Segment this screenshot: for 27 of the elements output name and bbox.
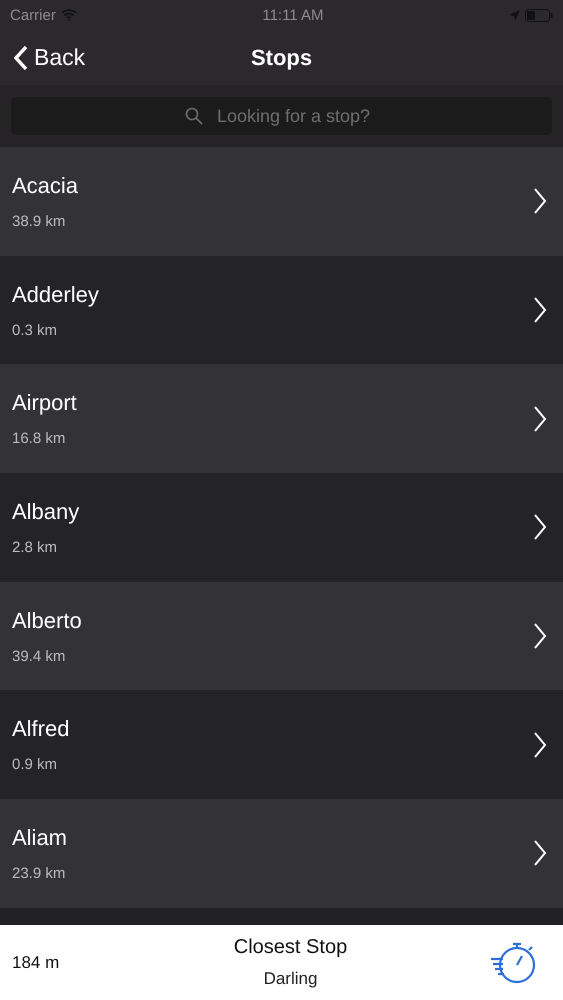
stop-name: Airport bbox=[12, 390, 77, 416]
stop-row[interactable]: Aliam 23.9 km bbox=[0, 799, 563, 908]
back-button[interactable]: Back bbox=[0, 44, 100, 71]
screen-title: Stops bbox=[250, 44, 312, 70]
search-field[interactable]: Looking for a stop? bbox=[11, 97, 552, 135]
stop-name: Alberto bbox=[12, 608, 82, 634]
stop-row[interactable]: Acacia 38.9 km bbox=[0, 147, 563, 256]
closest-stop-title: Closest Stop bbox=[234, 936, 348, 959]
stop-distance: 0.9 km bbox=[12, 756, 58, 774]
stop-row[interactable]: Adderley 0.3 km bbox=[0, 256, 563, 364]
stop-distance: 16.8 km bbox=[12, 430, 66, 448]
stop-name: Alfred bbox=[12, 716, 70, 742]
closest-stop-name: Darling bbox=[264, 969, 318, 989]
stop-row[interactable]: Airport 16.8 km bbox=[0, 364, 563, 474]
stop-distance: 38.9 km bbox=[12, 212, 66, 230]
stop-name: Aliam bbox=[12, 824, 68, 851]
stop-distance: 2.8 km bbox=[12, 538, 58, 556]
stop-name: Albany bbox=[12, 498, 80, 525]
stop-name: Adderley bbox=[12, 282, 99, 308]
stop-distance: 23.9 km bbox=[12, 864, 66, 882]
stop-distance: 39.4 km bbox=[12, 648, 66, 665]
stop-name: Acacia bbox=[12, 172, 78, 199]
status-time: 11:11 AM bbox=[262, 6, 324, 24]
closest-distance: 184 m bbox=[12, 952, 60, 972]
stop-row[interactable]: Alberto 39.4 km bbox=[0, 582, 563, 690]
carrier-name: Carrier bbox=[10, 6, 56, 24]
stop-distance: 0.3 km bbox=[12, 322, 58, 339]
